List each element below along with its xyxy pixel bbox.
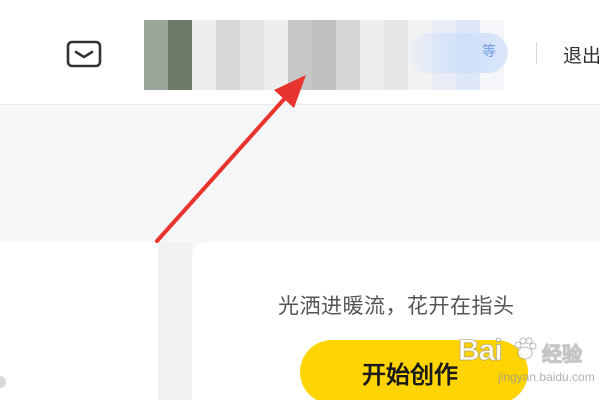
baidu-paw-icon	[514, 337, 537, 360]
watermark-suffix: 经验	[542, 342, 583, 367]
mail-icon	[66, 40, 102, 68]
user-badge-glyph: 等	[482, 44, 496, 60]
top-header: 等 退出	[0, 0, 600, 105]
start-creating-label: 开始创作	[362, 361, 458, 389]
creator-slogan: 光洒进暖流，花开在指头	[278, 294, 515, 318]
logout-link[interactable]: 退出	[563, 41, 600, 68]
annotation-arrow-shaft	[155, 95, 288, 243]
watermark-brand: Bai	[458, 334, 504, 368]
baidu-jingyan-watermark: Bai 经验 jingyan.baidu.com	[458, 334, 598, 396]
panel-gap	[158, 242, 192, 400]
left-panel	[0, 242, 158, 400]
page: 等 退出 光洒进暖流，花开在指头 开始创作 Bai 经验 jingyan.bai…	[0, 0, 600, 400]
mail-button[interactable]	[66, 39, 102, 69]
user-level-badge: 等	[408, 33, 508, 73]
header-divider	[536, 42, 537, 64]
watermark-url: jingyan.baidu.com	[498, 370, 595, 384]
